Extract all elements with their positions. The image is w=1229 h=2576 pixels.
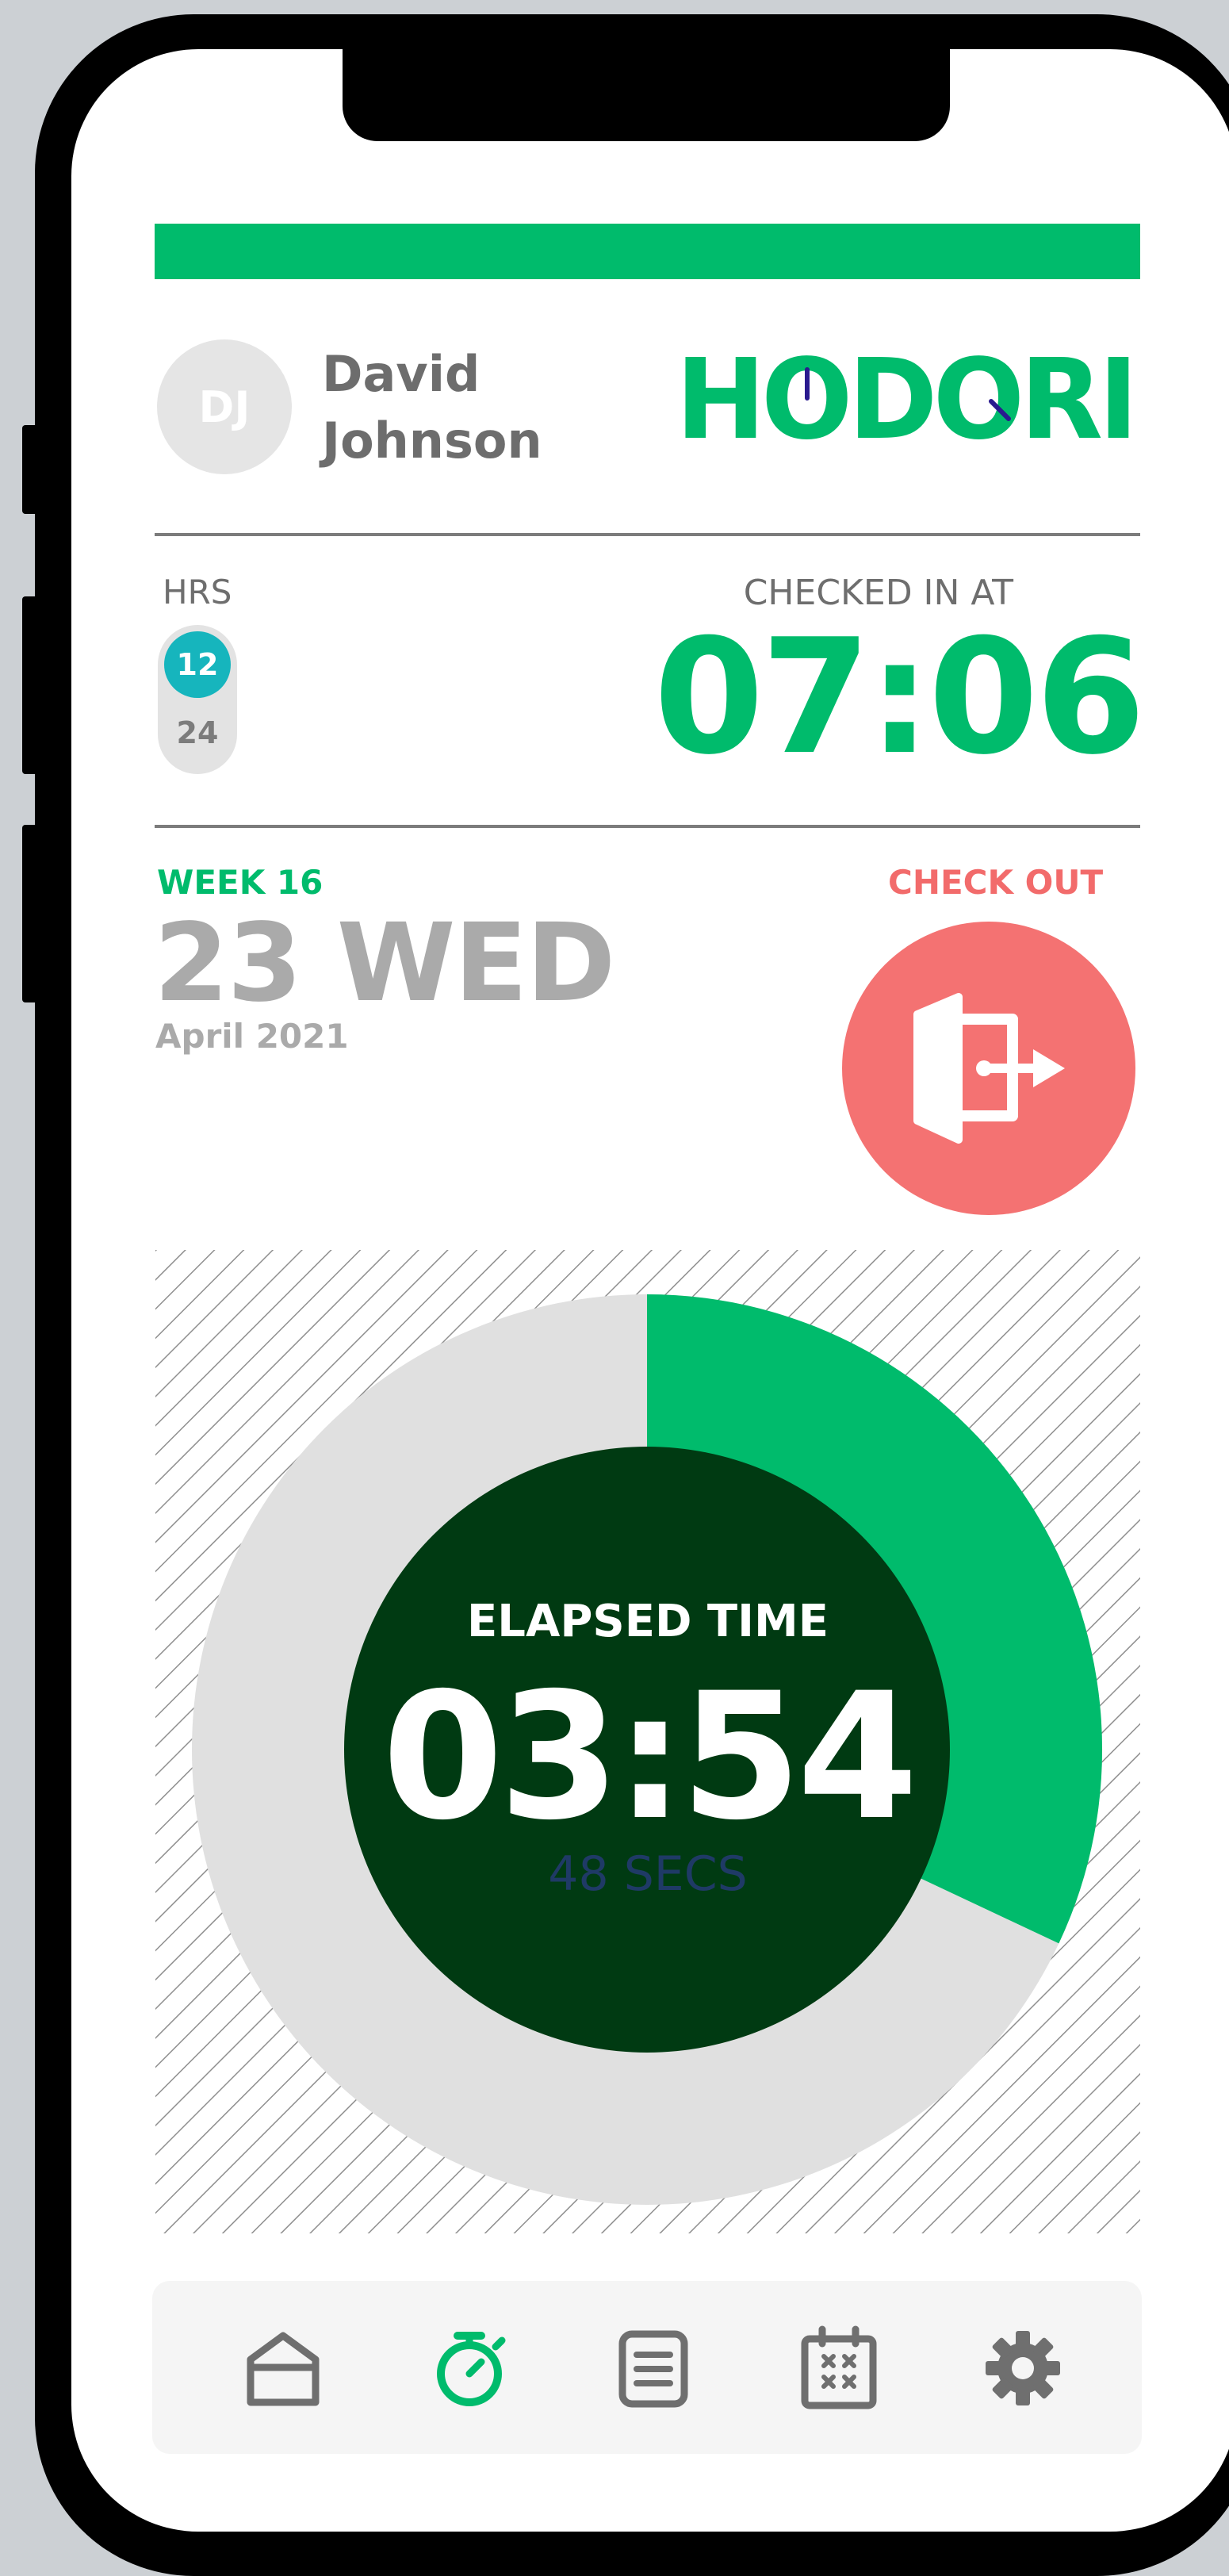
user-first-name: David xyxy=(322,345,480,403)
elapsed-time: 03:54 xyxy=(381,1655,918,1858)
user-name: David Johnson xyxy=(322,341,542,474)
day-date: 23 WED xyxy=(154,901,615,1026)
check-out-label: CHECK OUT xyxy=(888,863,1104,902)
checked-in-time: 07:06 xyxy=(653,605,1146,790)
divider-top xyxy=(155,533,1140,536)
nav-timer[interactable] xyxy=(414,2313,525,2424)
nav-home[interactable] xyxy=(228,2313,339,2424)
month-year: April 2021 xyxy=(155,1017,349,1056)
avatar[interactable]: DJ xyxy=(157,339,292,474)
home-icon xyxy=(247,2332,320,2406)
logo-text: HODORI xyxy=(676,346,1134,449)
avatar-initials: DJ xyxy=(198,381,251,432)
nav-settings[interactable] xyxy=(967,2313,1078,2424)
hours-12-option[interactable]: 12 xyxy=(164,631,231,698)
calendar-icon xyxy=(801,2325,877,2409)
hodori-logo: HODORI xyxy=(676,335,1139,465)
user-last-name: Johnson xyxy=(322,412,542,470)
elapsed-label: ELAPSED TIME xyxy=(467,1596,829,1647)
nav-calendar[interactable] xyxy=(783,2313,894,2424)
week-number: WEEK 16 xyxy=(157,863,324,902)
check-out-button[interactable] xyxy=(842,922,1135,1215)
divider-middle xyxy=(155,825,1140,828)
stopwatch-icon xyxy=(437,2332,506,2406)
exit-door-icon xyxy=(913,993,1065,1144)
list-icon xyxy=(618,2330,688,2408)
hours-24-option[interactable]: 24 xyxy=(164,700,231,766)
notch xyxy=(343,48,950,141)
nav-list[interactable] xyxy=(598,2313,709,2424)
bottom-nav xyxy=(152,2281,1142,2454)
hours-format-label: HRS xyxy=(163,573,232,611)
gear-icon xyxy=(986,2331,1060,2405)
elapsed-seconds: 48 SECS xyxy=(548,1846,748,1902)
top-accent-bar xyxy=(155,224,1140,279)
